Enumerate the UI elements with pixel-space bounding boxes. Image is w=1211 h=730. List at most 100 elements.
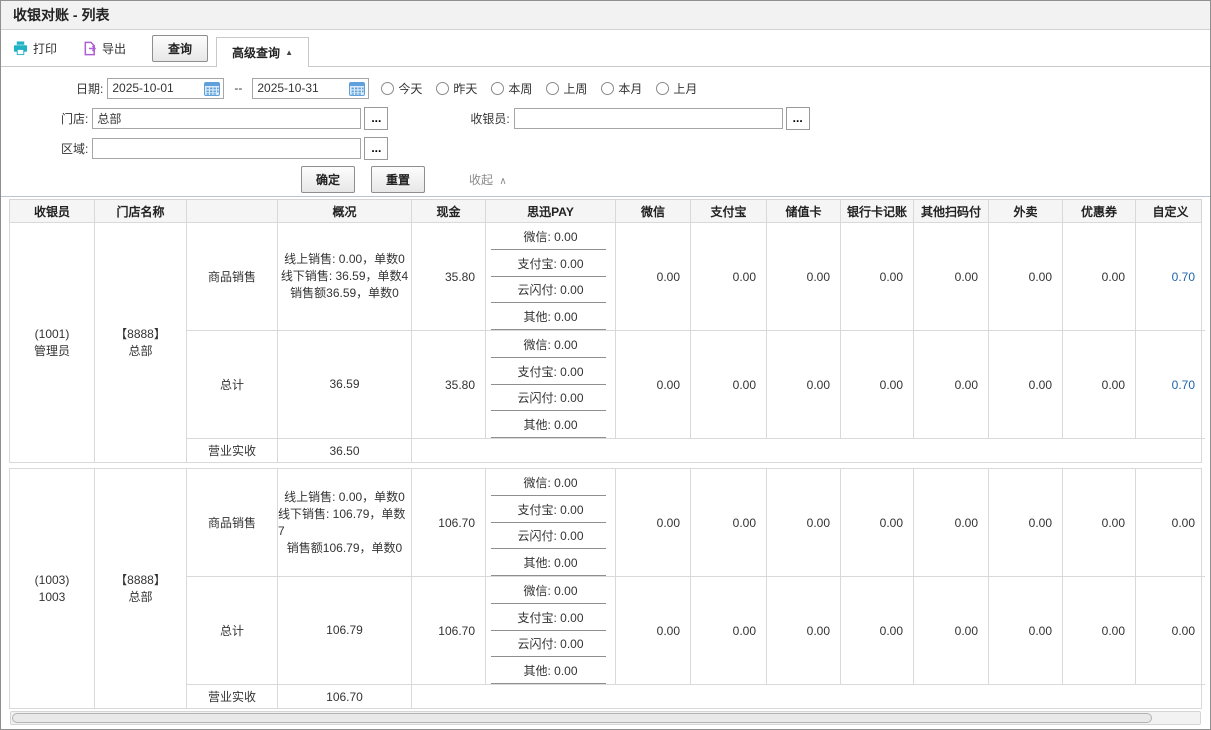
advanced-query-label: 高级查询 [232,44,280,61]
value-cell: 0.00 [767,331,841,438]
query-button[interactable]: 查询 [152,35,208,62]
export-label: 导出 [102,40,126,57]
advanced-query-tab[interactable]: 高级查询 ▲ [216,37,309,67]
quick-range-label: 上月 [673,80,697,97]
net-income-filler [412,439,1205,462]
cash-cell: 35.80 [412,223,486,330]
row-label: 商品销售 [187,469,278,576]
overview-cell: 线上销售: 0.00，单数0线下销售: 36.59，单数4销售额36.59，单数… [278,223,412,330]
column-header: 其他扫码付 [914,200,989,222]
row-label: 商品销售 [187,223,278,330]
value-cell: 0.00 [914,331,989,438]
value-cell[interactable]: 0.70 [1136,223,1205,330]
row-label: 总计 [187,577,278,684]
confirm-button[interactable]: 确定 [301,166,355,193]
column-header: 支付宝 [691,200,767,222]
store-label: 门店: [61,110,88,127]
overview-cell: 106.79 [278,577,412,684]
column-header: 储值卡 [767,200,841,222]
value-cell: 0.00 [841,223,914,330]
export-button[interactable]: 导出 [83,40,126,57]
chevron-up-icon: ∧ [499,176,506,187]
sxpay-subrow: 云闪付: 0.00 [486,277,615,304]
print-button[interactable]: 打印 [13,40,57,57]
column-header: 优惠券 [1063,200,1136,222]
value-cell: 0.00 [691,469,767,576]
date-range-separator: -- [234,81,242,95]
value-cell: 0.00 [914,469,989,576]
cashier-picker-button[interactable]: ... [786,107,810,130]
table-row: 商品销售线上销售: 0.00，单数0线下销售: 36.59，单数4销售额36.5… [187,223,1205,331]
sxpay-cell: 微信: 0.00支付宝: 0.00云闪付: 0.00其他: 0.00 [486,469,616,576]
quick-range-radio[interactable]: 本周 [491,80,532,97]
region-picker-button[interactable]: ... [364,137,388,160]
column-header: 银行卡记账 [841,200,914,222]
cashier-label: 收银员: [470,110,509,127]
reset-button[interactable]: 重置 [371,166,425,193]
cashier-cell: (1001)管理员 [10,223,95,462]
quick-range-radio[interactable]: 上月 [656,80,697,97]
value-cell: 0.00 [616,331,691,438]
value-cell: 0.00 [1063,223,1136,330]
filter-actions-row: 确定 重置 收起 ∧ [1,163,1210,196]
quick-range-label: 上周 [563,80,587,97]
net-income-filler [412,685,1205,708]
radio-circle-icon [601,82,614,95]
ellipsis-icon: ... [371,111,381,125]
quick-range-radio[interactable]: 上周 [546,80,587,97]
caret-up-icon: ▲ [285,48,293,57]
sxpay-subrow: 其他: 0.00 [486,549,615,576]
store-picker-button[interactable]: ... [364,107,388,130]
value-cell: 0.00 [616,223,691,330]
page-title: 收银对账 - 列表 [1,1,1210,30]
radio-circle-icon [546,82,559,95]
value-cell: 0.00 [767,469,841,576]
sxpay-cell: 微信: 0.00支付宝: 0.00云闪付: 0.00其他: 0.00 [486,223,616,330]
store-filter-row: 门店: ... 收银员: ... [1,103,1210,133]
reconciliation-grid: 收银员门店名称概况现金思迅PAY微信支付宝储值卡银行卡记账其他扫码付外卖优惠券自… [1,196,1210,725]
value-cell: 0.00 [841,469,914,576]
cashier-input[interactable] [514,108,783,129]
sxpay-subrow: 支付宝: 0.00 [486,250,615,277]
quick-range-radio[interactable]: 昨天 [436,80,477,97]
value-cell: 0.00 [841,577,914,684]
quick-range-label: 昨天 [453,80,477,97]
column-header: 微信 [616,200,691,222]
column-header [187,200,278,222]
value-cell: 0.00 [1063,331,1136,438]
net-income-label: 营业实收 [187,439,278,462]
calendar-icon[interactable] [204,81,220,96]
column-header: 自定义 [1136,200,1205,222]
sxpay-subrow: 云闪付: 0.00 [486,523,615,550]
sxpay-subrow: 其他: 0.00 [486,657,615,684]
scrollbar-thumb[interactable] [12,713,1152,723]
value-cell: 0.00 [616,469,691,576]
quick-range-group: 今天 昨天本周 上周本月 上月 [381,80,697,97]
radio-circle-icon [491,82,504,95]
column-header: 收银员 [10,200,95,222]
sxpay-subrow: 支付宝: 0.00 [486,496,615,523]
store-cell: 【8888】总部 [95,223,187,462]
sxpay-subrow: 微信: 0.00 [486,331,615,358]
horizontal-scrollbar[interactable] [10,711,1201,725]
value-cell[interactable]: 0.70 [1136,331,1205,438]
quick-range-radio[interactable]: 今天 [381,80,422,97]
region-input[interactable] [92,138,361,159]
grid-body: (1001)管理员【8888】总部商品销售线上销售: 0.00，单数0线下销售:… [9,222,1202,709]
quick-range-radio[interactable]: 本月 [601,80,642,97]
region-label: 区域: [61,140,88,157]
printer-icon [13,41,28,56]
column-header: 现金 [412,200,486,222]
sxpay-cell: 微信: 0.00支付宝: 0.00云闪付: 0.00其他: 0.00 [486,331,616,438]
calendar-icon[interactable] [349,81,365,96]
radio-circle-icon [656,82,669,95]
collapse-link[interactable]: 收起 ∧ [469,171,507,188]
value-cell: 0.00 [767,577,841,684]
net-income-value: 36.50 [278,439,412,462]
sxpay-subrow: 其他: 0.00 [486,411,615,438]
store-input[interactable] [92,108,361,129]
overview-cell: 36.59 [278,331,412,438]
overview-cell: 线上销售: 0.00，单数0线下销售: 106.79，单数7销售额106.79，… [278,469,412,576]
sxpay-subrow: 支付宝: 0.00 [486,604,615,631]
column-header: 思迅PAY [486,200,616,222]
